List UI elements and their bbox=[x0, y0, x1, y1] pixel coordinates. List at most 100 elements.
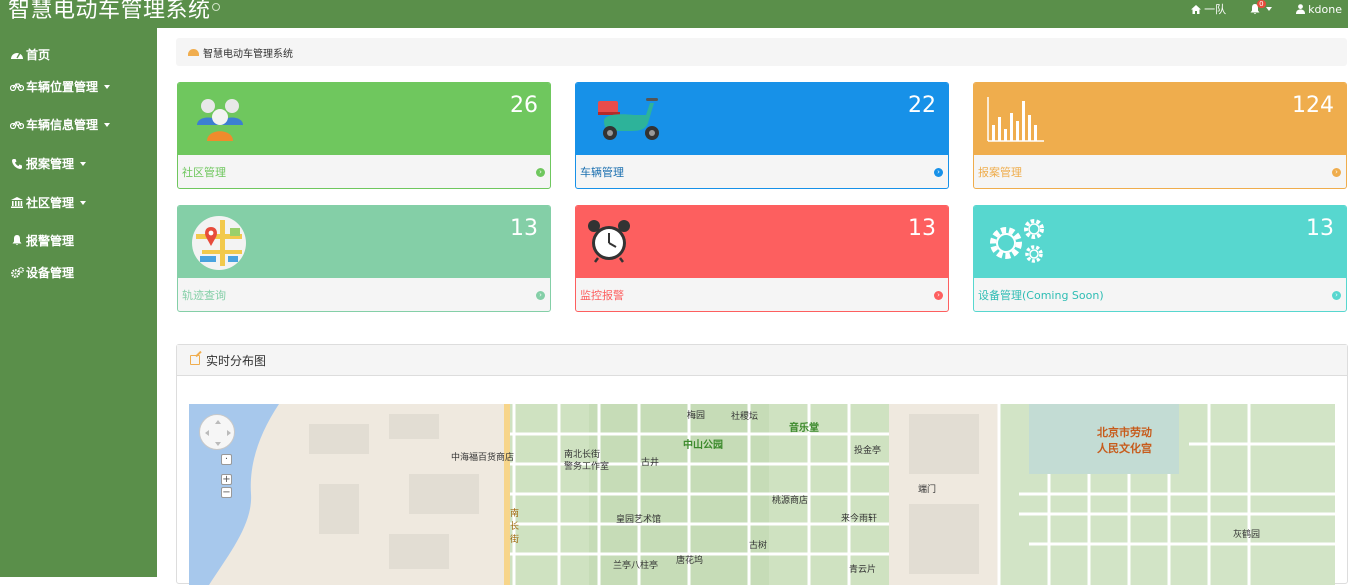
map-pan-control[interactable] bbox=[199, 414, 235, 450]
arrow-right-circle-icon: › bbox=[1332, 290, 1341, 300]
arrow-right-circle-icon: › bbox=[536, 290, 545, 300]
stat-card-devices[interactable]: 13 设备管理(Coming Soon) › bbox=[973, 205, 1347, 312]
map-label: 来今雨轩 bbox=[841, 514, 878, 524]
stat-count: 26 bbox=[510, 93, 538, 118]
chevron-down-icon bbox=[80, 161, 87, 166]
stat-card-footer[interactable]: 社区管理 › bbox=[178, 155, 550, 188]
map-label: 皇园艺术馆 bbox=[616, 515, 662, 525]
stat-card-label: 监控报警 bbox=[580, 289, 624, 302]
realtime-map[interactable]: 中海福百货商店 南北长街 警务工作室 古井 梅园 社稷坛 中山公园 音乐堂 投金… bbox=[189, 404, 1335, 585]
notification-badge: 0 bbox=[1257, 0, 1266, 8]
sidebar-item-vehicle-location[interactable]: 车辆位置管理 bbox=[10, 78, 111, 95]
sidebar-item-label: 首页 bbox=[26, 48, 51, 62]
stat-card-footer[interactable]: 设备管理(Coming Soon) › bbox=[974, 278, 1346, 311]
edit-icon bbox=[190, 355, 200, 365]
sidebar-item-label: 报案管理 bbox=[26, 157, 75, 171]
stat-card-label: 社区管理 bbox=[182, 166, 226, 179]
stat-card-footer[interactable]: 车辆管理 › bbox=[576, 155, 948, 188]
registered-mark-icon bbox=[211, 3, 220, 11]
map-label: 警务工作室 bbox=[564, 462, 610, 472]
stat-card-header: 13 bbox=[178, 206, 550, 278]
sidebar-item-case-report[interactable]: 报案管理 bbox=[10, 155, 87, 172]
breadcrumb: 智慧电动车管理系统 bbox=[176, 38, 1347, 66]
stat-card-label: 车辆管理 bbox=[580, 166, 624, 179]
gears-icon bbox=[10, 267, 24, 278]
chevron-down-icon bbox=[104, 122, 111, 127]
stat-card-label: 报案管理 bbox=[978, 166, 1022, 179]
sidebar-item-alarm[interactable]: 报警管理 bbox=[10, 232, 74, 249]
map-label: 长 bbox=[510, 522, 520, 532]
map-label: 音乐堂 bbox=[789, 423, 819, 434]
user-menu[interactable]: kdone bbox=[1296, 3, 1342, 16]
main-content: 智慧电动车管理系统 26 社区管理 › 22 车辆管理 › 124 报案管理 ›… bbox=[157, 28, 1348, 585]
notifications-menu[interactable]: 0 bbox=[1250, 0, 1273, 15]
stat-count: 22 bbox=[908, 93, 936, 118]
arrow-right-circle-icon: › bbox=[536, 167, 545, 177]
panel-title: 实时分布图 bbox=[206, 353, 267, 368]
gears-icon bbox=[990, 219, 1044, 263]
map-label: 中山公园 bbox=[683, 440, 723, 451]
pan-arrows-icon bbox=[205, 420, 231, 446]
map-locate-button[interactable]: · bbox=[221, 454, 232, 465]
top-right-menu: 一队 0 kdone bbox=[1191, 0, 1342, 18]
phone-icon bbox=[10, 158, 24, 169]
zoom-in-button[interactable]: + bbox=[221, 474, 232, 485]
stat-card-cases[interactable]: 124 报案管理 › bbox=[973, 82, 1347, 189]
stat-card-header: 26 bbox=[178, 83, 550, 155]
stat-card-footer[interactable]: 报案管理 › bbox=[974, 155, 1346, 188]
user-icon bbox=[1296, 4, 1306, 14]
map-label: 桃源商店 bbox=[772, 496, 809, 506]
bicycle-icon bbox=[10, 120, 24, 129]
map-label: 古树 bbox=[749, 541, 768, 551]
map-label: 青云片 bbox=[849, 565, 877, 575]
users-icon bbox=[197, 99, 243, 141]
map-label: 南 bbox=[510, 509, 520, 519]
bar-chart-icon bbox=[987, 97, 1044, 142]
dashboard-icon bbox=[188, 48, 199, 56]
stat-count: 13 bbox=[1306, 216, 1334, 241]
map-label: 古井 bbox=[641, 458, 660, 468]
stat-count: 13 bbox=[510, 216, 538, 241]
stat-card-header: 124 bbox=[974, 83, 1346, 155]
panel-header: 实时分布图 bbox=[177, 345, 1347, 376]
bell-icon bbox=[10, 235, 24, 246]
arrow-right-circle-icon: › bbox=[934, 167, 943, 177]
map-label: 兰亭八柱亭 bbox=[613, 561, 659, 571]
stat-card-vehicles[interactable]: 22 车辆管理 › bbox=[575, 82, 949, 189]
alarm-clock-icon bbox=[588, 220, 630, 263]
top-navbar: 智慧电动车管理系统 一队 0 kdone bbox=[0, 0, 1348, 28]
sidebar-item-vehicle-info[interactable]: 车辆信息管理 bbox=[10, 116, 111, 133]
bicycle-icon bbox=[10, 82, 24, 91]
stat-card-alarm[interactable]: 13 监控报警 › bbox=[575, 205, 949, 312]
stat-card-footer[interactable]: 轨迹查询 › bbox=[178, 278, 550, 311]
stat-card-track[interactable]: 13 轨迹查询 › bbox=[177, 205, 551, 312]
home-icon bbox=[1191, 4, 1202, 14]
sidebar-item-label: 设备管理 bbox=[26, 266, 75, 280]
sidebar-item-devices[interactable]: 设备管理 bbox=[10, 264, 74, 281]
map-label: 灰鹤园 bbox=[1233, 530, 1261, 540]
map-controls: · + − bbox=[199, 414, 235, 498]
chevron-down-icon bbox=[80, 200, 87, 205]
chevron-down-icon bbox=[104, 84, 111, 89]
app-title-text[interactable]: 智慧电动车管理系统 bbox=[8, 0, 211, 23]
breadcrumb-label[interactable]: 智慧电动车管理系统 bbox=[203, 45, 293, 60]
stat-card-community[interactable]: 26 社区管理 › bbox=[177, 82, 551, 189]
zoom-out-button[interactable]: − bbox=[221, 487, 232, 498]
map-label: 中海福百货商店 bbox=[451, 453, 515, 463]
arrow-right-circle-icon: › bbox=[934, 290, 943, 300]
chevron-down-icon bbox=[1266, 7, 1273, 11]
stat-count: 124 bbox=[1292, 93, 1334, 118]
stat-card-footer[interactable]: 监控报警 › bbox=[576, 278, 948, 311]
map-label: 端门 bbox=[918, 485, 937, 495]
sidebar-item-label: 社区管理 bbox=[26, 196, 75, 210]
stat-card-label: 轨迹查询 bbox=[182, 289, 226, 302]
map-label: 人民文化宫 bbox=[1097, 442, 1152, 455]
app-title[interactable]: 智慧电动车管理系统 bbox=[8, 0, 220, 26]
sidebar-item-community[interactable]: 社区管理 bbox=[10, 194, 87, 211]
sidebar-item-home[interactable]: 首页 bbox=[10, 46, 50, 63]
stat-card-header: 13 bbox=[576, 206, 948, 278]
sidebar-item-label: 车辆信息管理 bbox=[26, 118, 99, 132]
stat-card-header: 13 bbox=[974, 206, 1346, 278]
team-menu[interactable]: 一队 bbox=[1191, 1, 1226, 17]
sidebar: 首页 车辆位置管理 车辆信息管理 报案管理 社区管理 报警管理 设备管理 bbox=[0, 28, 157, 577]
